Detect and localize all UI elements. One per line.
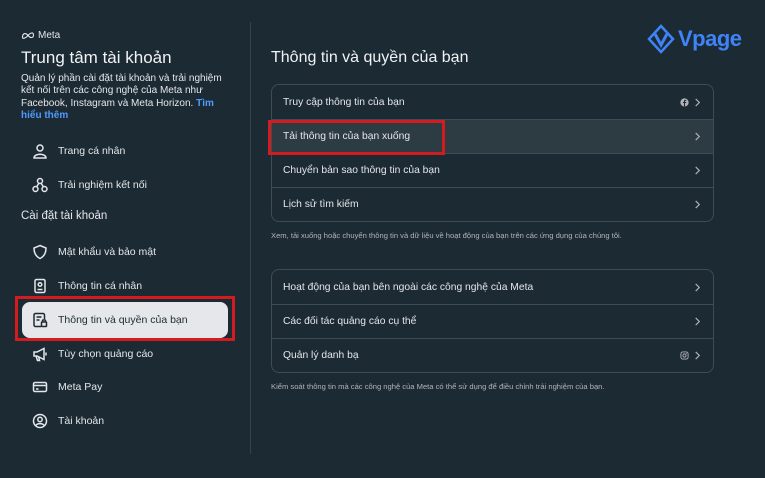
sidebar-item-label: Thông tin cá nhân — [58, 280, 143, 292]
activity-card: Hoạt động của bạn bên ngoài các công ngh… — [271, 269, 714, 373]
sidebar-item-label: Trải nghiệm kết nối — [58, 179, 147, 191]
shield-icon — [31, 243, 49, 261]
id-card-icon — [31, 277, 49, 295]
sidebar-item-label: Meta Pay — [58, 381, 103, 393]
instagram-icon — [680, 351, 689, 360]
group1-note: Xem, tải xuống hoặc chuyển thông tin và … — [271, 231, 622, 240]
vpage-watermark: Vpage — [646, 24, 742, 54]
chevron-right-icon — [695, 317, 701, 326]
chevron-right-icon — [695, 282, 701, 292]
sidebar-item-label: Tài khoản — [58, 415, 105, 427]
row-label: Quản lý danh bạ — [283, 350, 359, 361]
chevron-right-icon — [695, 166, 701, 175]
meta-logo: Meta — [21, 30, 60, 41]
row-label: Lịch sử tìm kiếm — [283, 199, 359, 210]
sidebar-title: Trung tâm tài khoản — [21, 48, 172, 67]
sidebar-item-password-security[interactable]: Mật khẩu và bảo mật — [22, 234, 228, 270]
sidebar-item-label: Tùy chọn quảng cáo — [58, 348, 154, 360]
row-label: Tải thông tin của bạn xuống — [283, 131, 411, 142]
vpage-logo-icon — [647, 24, 675, 54]
vpage-logo-text: Vpage — [678, 26, 742, 51]
row-download-your-info[interactable]: Tải thông tin của bạn xuống — [272, 119, 713, 153]
sidebar-item-profile[interactable]: Trang cá nhân — [22, 133, 228, 169]
page-title: Thông tin và quyền của bạn — [271, 49, 469, 66]
chevron-right-icon — [695, 351, 701, 360]
sidebar-description: Quản lý phần cài đặt tài khoản và trải n… — [21, 73, 236, 122]
sidebar-item-meta-pay[interactable]: Meta Pay — [22, 369, 228, 405]
row-label: Truy cập thông tin của bạn — [283, 96, 405, 108]
chevron-right-icon — [695, 132, 701, 141]
sidebar-item-label: Thông tin và quyền của bạn — [58, 314, 188, 326]
sidebar-item-label: Mật khẩu và bảo mật — [58, 246, 157, 258]
row-transfer-copy[interactable]: Chuyển bản sao thông tin của bạn — [272, 153, 713, 187]
sidebar-item-connected-experiences[interactable]: Trải nghiệm kết nối — [22, 167, 228, 203]
row-off-meta-activity[interactable]: Hoạt động của bạn bên ngoài các công ngh… — [272, 270, 713, 304]
card-icon — [31, 378, 49, 396]
row-ad-partners[interactable]: Các đối tác quảng cáo cụ thể — [272, 304, 713, 338]
sidebar-item-accounts[interactable]: Tài khoản — [22, 403, 228, 439]
row-manage-contacts[interactable]: Quản lý danh bạ — [272, 338, 713, 372]
chevron-right-icon — [695, 97, 701, 107]
vertical-divider — [250, 22, 251, 454]
sidebar-description-text: Quản lý phần cài đặt tài khoản và trải n… — [21, 73, 222, 109]
facebook-icon — [680, 97, 689, 107]
account-center-sidebar: Meta Trung tâm tài khoản Quản lý phần cà… — [0, 0, 250, 478]
account-icon — [31, 412, 49, 430]
meta-logo-text: Meta — [38, 30, 61, 41]
row-search-history[interactable]: Lịch sử tìm kiếm — [272, 187, 713, 221]
megaphone-icon — [31, 345, 49, 363]
sidebar-item-your-info-permissions[interactable]: Thông tin và quyền của bạn — [22, 302, 228, 338]
row-label: Chuyển bản sao thông tin của bạn — [283, 165, 440, 176]
row-label: Các đối tác quảng cáo cụ thể — [283, 316, 417, 327]
person-icon — [31, 142, 49, 160]
sidebar-item-ad-preferences[interactable]: Tùy chọn quảng cáo — [22, 336, 228, 372]
meta-infinity-icon — [21, 32, 35, 39]
connected-icon — [31, 176, 49, 194]
section-label-account-settings: Cài đặt tài khoản — [21, 210, 108, 222]
sidebar-item-personal-info[interactable]: Thông tin cá nhân — [22, 268, 228, 304]
sidebar-item-label: Trang cá nhân — [58, 145, 126, 157]
chevron-right-icon — [695, 200, 701, 209]
document-lock-icon — [31, 311, 49, 329]
row-label: Hoạt động của bạn bên ngoài các công ngh… — [283, 281, 534, 293]
info-access-card: Truy cập thông tin của bạn Tải thông tin… — [271, 84, 714, 222]
row-access-your-info[interactable]: Truy cập thông tin của bạn — [272, 85, 713, 119]
group2-note: Kiểm soát thông tin mà các công nghệ của… — [271, 382, 605, 391]
